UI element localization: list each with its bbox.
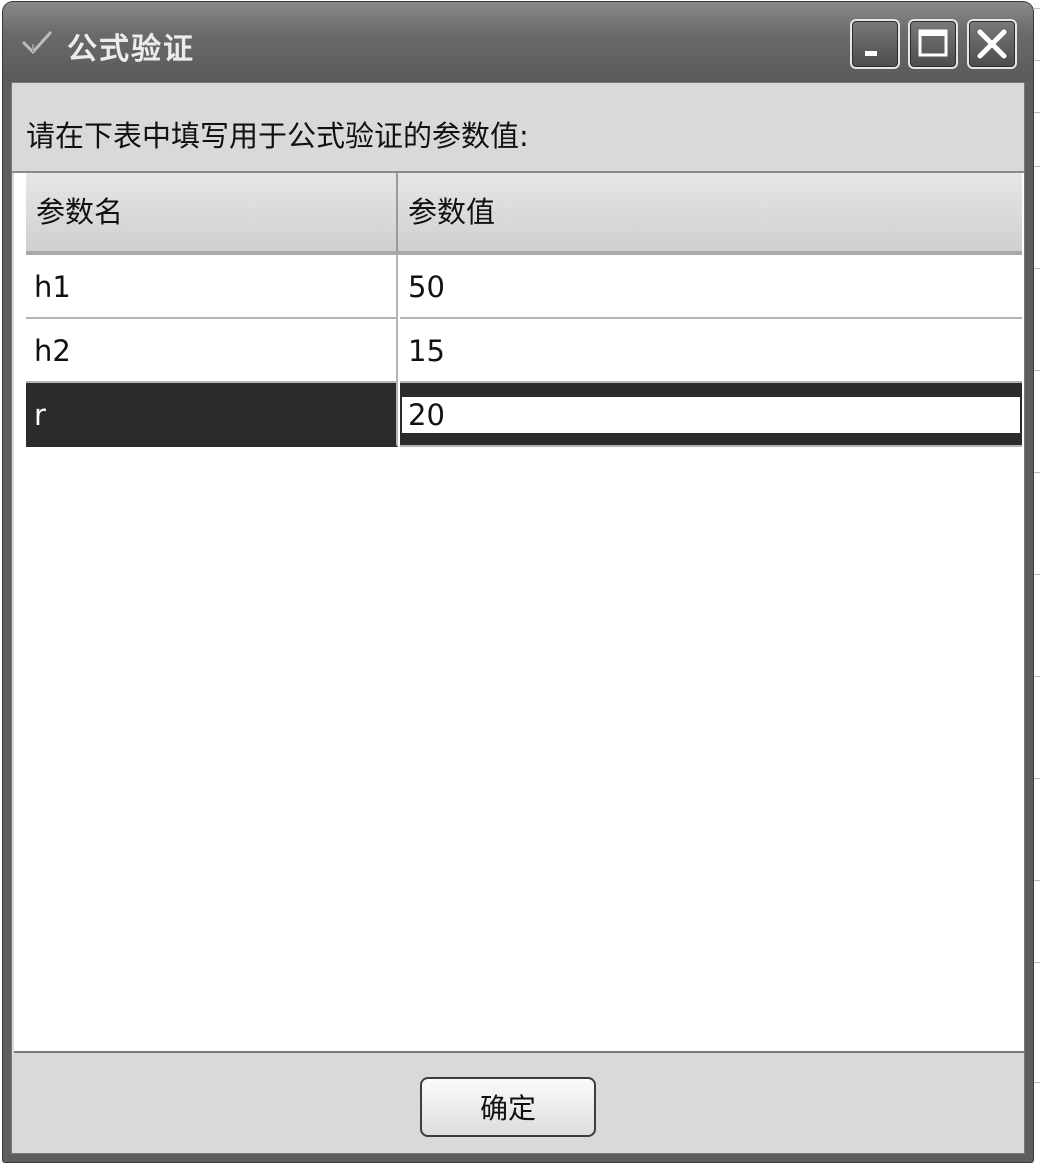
instruction-label: 请在下表中填写用于公式验证的参数值: (26, 119, 529, 153)
background-grid-edge (1034, 0, 1040, 1165)
maximize-button[interactable] (908, 19, 958, 69)
param-value-cell[interactable] (400, 383, 1022, 447)
parameter-table[interactable]: 参数名 参数值 h1 50 h2 15 r (14, 173, 1024, 1053)
param-value-cell[interactable]: 15 (400, 319, 1022, 383)
dialog-body: 请在下表中填写用于公式验证的参数值: 参数名 参数值 h1 50 h2 15 r (11, 82, 1025, 1154)
title-bar[interactable]: 公式验证 (3, 2, 1033, 82)
param-name-cell[interactable]: h1 (26, 255, 398, 319)
table-row[interactable]: h1 50 (26, 255, 1022, 319)
param-name-cell[interactable]: r (26, 383, 398, 447)
minimize-icon (865, 51, 877, 56)
checkmark-icon (19, 24, 55, 60)
maximize-icon (918, 29, 948, 57)
table-row-selected[interactable]: r (26, 383, 1022, 447)
ok-button[interactable]: 确定 (420, 1077, 596, 1137)
table-header: 参数名 参数值 (26, 173, 1022, 255)
table-row[interactable]: h2 15 (26, 319, 1022, 383)
window-title: 公式验证 (67, 32, 195, 67)
column-header-name[interactable]: 参数名 (26, 173, 398, 251)
param-value-editor[interactable] (402, 397, 1020, 433)
minimize-button[interactable] (850, 19, 900, 69)
close-button[interactable] (967, 19, 1017, 69)
column-header-value[interactable]: 参数值 (398, 173, 1022, 251)
param-value-cell[interactable]: 50 (400, 255, 1022, 319)
param-name-cell[interactable]: h2 (26, 319, 398, 383)
close-icon (977, 29, 1007, 59)
formula-verify-dialog: 公式验证 请在下表中填写用于公式验证的参数值: 参数名 参数值 h1 50 h2… (3, 2, 1033, 1162)
